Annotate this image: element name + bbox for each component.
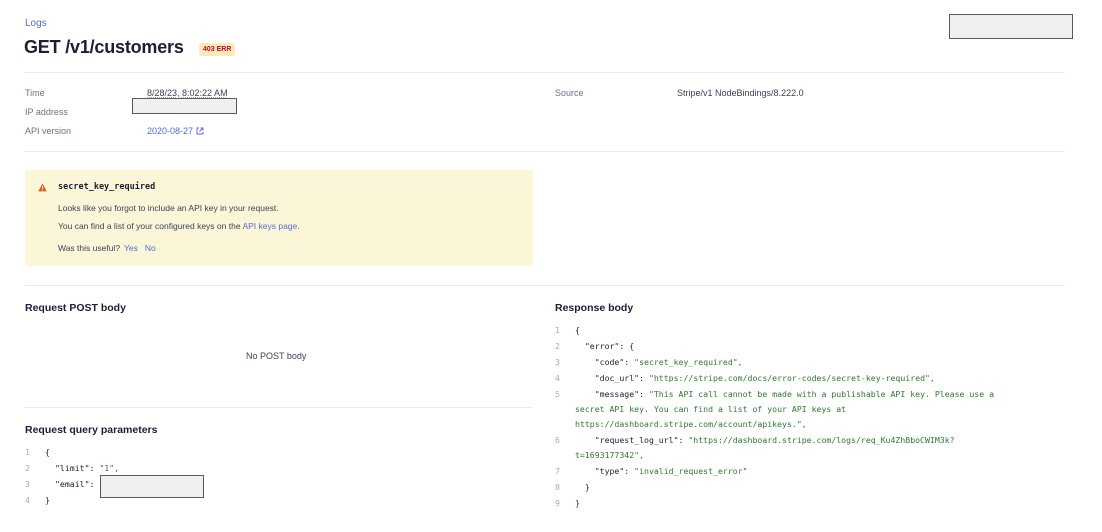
external-link-icon — [196, 127, 204, 135]
no-post-body-note: No POST body — [246, 351, 307, 361]
line-number: 2 — [25, 463, 30, 473]
feedback-yes-button[interactable]: Yes — [124, 243, 138, 253]
redacted-email-value — [100, 475, 204, 498]
code-line: } — [45, 495, 50, 505]
line-number: 5 — [555, 389, 560, 399]
message-value: "This API call cannot be made with a pub… — [648, 389, 995, 399]
code-line: "error": { — [575, 341, 635, 351]
line-number: 8 — [555, 482, 560, 492]
time-value[interactable]: 8/28/23, 8:02:22 AM — [147, 88, 228, 98]
warning-triangle-icon — [38, 183, 47, 192]
code-key: "code": — [575, 357, 635, 367]
request-body-title: Request POST body — [25, 302, 126, 314]
code-line: "type": "invalid_request_error" — [575, 466, 748, 477]
code-line-wrapped: t=1693177342", — [575, 450, 645, 460]
feedback-question: Was this useful? — [58, 243, 121, 253]
page-title: GET /v1/customers — [24, 37, 184, 57]
line-number: 3 — [25, 479, 30, 489]
line-number: 4 — [25, 495, 30, 505]
code-line: "code": "secret_key_required", — [575, 357, 743, 368]
line-number: 9 — [555, 498, 560, 508]
bottom-fade — [0, 502, 1102, 532]
line-number: 4 — [555, 373, 560, 383]
redacted-header-box — [949, 14, 1073, 39]
doc-url-key: "doc_url": — [575, 373, 649, 383]
code-line: "limit": "1", — [55, 463, 119, 474]
code-value: "secret_key_required", — [634, 357, 743, 367]
code-line: { — [575, 325, 580, 335]
response-body-title: Response body — [555, 302, 634, 314]
error-code: secret_key_required — [58, 182, 156, 192]
code-line-wrapped: secret API key. You can find a list of y… — [575, 404, 847, 414]
code-line: "email": — [55, 479, 99, 490]
email-key: "email": — [55, 479, 100, 489]
time-label: Time — [25, 88, 45, 98]
code-line: "doc_url": "https://stripe.com/docs/erro… — [575, 373, 935, 384]
feedback-no-button[interactable]: No — [145, 243, 156, 253]
request-log-url-key: "request_log_url": — [575, 435, 689, 445]
divider — [25, 285, 1065, 286]
line-number: 7 — [555, 466, 560, 476]
breadcrumb-logs[interactable]: Logs — [25, 18, 47, 29]
redacted-ip-address — [132, 98, 237, 114]
code-line: } — [575, 498, 580, 508]
line-number: 3 — [555, 357, 560, 367]
code-line-wrapped: https://dashboard.stripe.com/account/api… — [575, 419, 807, 429]
line-number: 6 — [555, 435, 560, 445]
api-version-value: 2020-08-27 — [147, 126, 194, 136]
source-value: Stripe/v1 NodeBindings/8.222.0 — [677, 88, 804, 98]
api-keys-page-link[interactable]: API keys page — [242, 221, 297, 231]
status-badge: 403 ERR — [199, 43, 236, 56]
type-key: "type": — [575, 466, 635, 476]
query-params-title: Request query parameters — [25, 424, 158, 436]
divider — [25, 151, 1065, 152]
alert-hint-suffix: . — [297, 221, 300, 231]
line-number: 1 — [25, 447, 30, 457]
type-value: "invalid_request_error" — [634, 466, 748, 476]
alert-hint: You can find a list of your configured k… — [58, 221, 300, 231]
alert-message: Looks like you forgot to include an API … — [58, 203, 279, 213]
limit-value: "1", — [99, 463, 120, 473]
feedback-row: Was this useful? Yes No — [58, 243, 156, 253]
code-line: } — [575, 482, 590, 492]
line-number: 1 — [555, 325, 560, 335]
alert-hint-prefix: You can find a list of your configured k… — [58, 221, 243, 231]
request-log-url-value: "https://dashboard.stripe.com/logs/req_K… — [688, 435, 955, 445]
api-version-link[interactable]: 2020-08-27 — [147, 126, 204, 136]
code-line: "message": "This API call cannot be made… — [575, 389, 994, 400]
api-version-label: API version — [25, 126, 72, 136]
source-label: Source — [555, 88, 584, 98]
ip-address-label: IP address — [25, 107, 68, 117]
divider — [25, 72, 1065, 73]
line-number: 2 — [555, 341, 560, 351]
limit-key: "limit": — [55, 463, 100, 473]
error-alert: secret_key_required Looks like you forgo… — [25, 170, 533, 266]
code-line: "request_log_url": "https://dashboard.st… — [575, 435, 955, 446]
divider — [25, 407, 532, 408]
message-key: "message": — [575, 389, 649, 399]
code-line: { — [45, 447, 50, 457]
doc-url-value: "https://stripe.com/docs/error-codes/sec… — [648, 373, 935, 383]
